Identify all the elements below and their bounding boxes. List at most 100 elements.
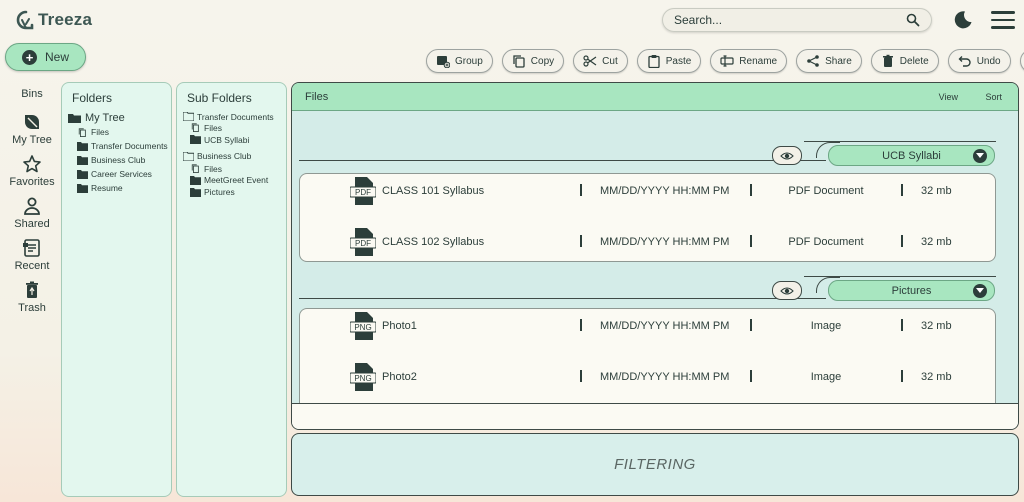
chevron-down-icon: [973, 149, 987, 163]
file-date: MM/DD/YYYY HH:MM PM: [600, 320, 730, 332]
column-separator: [580, 319, 582, 331]
plus-icon: +: [21, 49, 37, 65]
subfolder-item-ucb-syllabi[interactable]: UCB Syllabi: [190, 133, 286, 146]
file-size: 32 mb: [921, 185, 952, 197]
new-button-label: New: [44, 50, 69, 64]
new-button[interactable]: + New: [5, 43, 86, 71]
file-list-ucb-syllabi: PDF CLASS 101 Syllabus MM/DD/YYYY HH:MM …: [299, 173, 996, 262]
filtering-panel[interactable]: FILTERING: [291, 433, 1019, 496]
nav-recent[interactable]: Recent: [6, 238, 58, 272]
column-separator: [750, 184, 752, 196]
group-divider: [299, 160, 826, 161]
paste-label: Paste: [665, 55, 692, 67]
subfolders-title: Sub Folders: [187, 91, 252, 105]
delete-label: Delete: [899, 55, 929, 67]
trash-icon: [882, 54, 893, 67]
nav-label: Trash: [18, 302, 46, 314]
files-header: Files View Sort: [292, 83, 1018, 111]
bins-nav: Bins My Tree Favorites Shared Recent Tra…: [6, 88, 58, 322]
folder-my-tree[interactable]: My Tree: [68, 111, 171, 125]
folder-item-career-services[interactable]: Career Services: [77, 167, 171, 181]
subfolder-transfer-documents[interactable]: Transfer Documents: [183, 111, 286, 122]
folder-icon: [190, 187, 201, 197]
group-button[interactable]: Group: [426, 49, 493, 73]
subfolder-item-meetgreet-event[interactable]: MeetGreet Event: [190, 174, 286, 186]
file-row[interactable]: PNG Photo2 MM/DD/YYYY HH:MM PM Image 32 …: [300, 362, 995, 392]
more-dropdown-button[interactable]: [1019, 49, 1024, 73]
copy-button[interactable]: Copy: [501, 49, 565, 73]
folder-item-business-club[interactable]: Business Club: [77, 153, 171, 167]
group-visibility-toggle[interactable]: [772, 281, 802, 300]
file-row[interactable]: PDF CLASS 101 Syllabus MM/DD/YYYY HH:MM …: [300, 176, 995, 206]
folders-title: Folders: [72, 91, 113, 105]
share-label: Share: [825, 55, 852, 67]
rename-label: Rename: [739, 55, 778, 67]
column-separator: [580, 184, 582, 196]
file-size: 32 mb: [921, 371, 952, 383]
sort-button[interactable]: Sort: [985, 92, 1002, 102]
column-separator: [750, 319, 752, 331]
column-separator: [580, 370, 582, 382]
app-logo[interactable]: Treeza: [16, 9, 92, 31]
nav-label: Recent: [14, 260, 50, 272]
svg-text:PDF: PDF: [355, 239, 371, 248]
subfolder-business-club[interactable]: Business Club: [183, 149, 286, 163]
folder-item-transfer-documents[interactable]: Transfer Documents: [77, 139, 171, 153]
file-row[interactable]: PDF CLASS 102 Syllabus MM/DD/YYYY HH:MM …: [300, 227, 995, 257]
hamburger-menu-icon[interactable]: [991, 11, 1015, 29]
star-icon: [23, 155, 41, 173]
folder-item-files[interactable]: Files: [77, 125, 171, 139]
file-size: 32 mb: [921, 320, 952, 332]
group-select-pictures[interactable]: Pictures: [828, 280, 995, 301]
search-bar[interactable]: [662, 8, 932, 32]
view-button[interactable]: View: [939, 92, 958, 102]
folder-open-icon: [183, 151, 194, 161]
delete-button[interactable]: Delete: [870, 49, 939, 73]
undo-button[interactable]: Undo: [947, 49, 1011, 73]
share-button[interactable]: Share: [796, 49, 862, 73]
search-icon[interactable]: [906, 13, 920, 27]
undo-label: Undo: [976, 55, 1001, 67]
filtering-label: FILTERING: [614, 456, 696, 473]
column-separator: [901, 319, 903, 331]
subfolder-item-files[interactable]: Files: [190, 163, 286, 174]
clipboard-icon: [648, 55, 660, 68]
png-file-icon: PNG: [350, 312, 376, 340]
file-row[interactable]: PNG Photo1 MM/DD/YYYY HH:MM PM Image 32 …: [300, 311, 995, 341]
group-select-label: Pictures: [891, 284, 932, 297]
subfolder-item-pictures[interactable]: Pictures: [190, 186, 286, 198]
nav-shared[interactable]: Shared: [6, 196, 58, 230]
folder-icon: [190, 135, 201, 144]
rename-button[interactable]: Rename: [710, 49, 788, 73]
folder-icon: [77, 169, 88, 179]
undo-icon: [958, 56, 971, 67]
group-divider: [299, 298, 826, 299]
nav-trash[interactable]: Trash: [6, 280, 58, 314]
dark-mode-icon[interactable]: [953, 10, 973, 30]
nav-my-tree[interactable]: My Tree: [6, 112, 58, 146]
png-file-icon: PNG: [350, 363, 376, 391]
app-name: Treeza: [38, 10, 93, 29]
nav-favorites[interactable]: Favorites: [6, 154, 58, 188]
folder-icon: [190, 175, 201, 185]
file-type: PDF Document: [788, 185, 864, 197]
files-footer: [292, 403, 1018, 429]
copy-icon: [513, 55, 525, 68]
copy-label: Copy: [530, 55, 555, 67]
group-visibility-toggle[interactable]: [772, 146, 802, 165]
search-input[interactable]: [674, 13, 906, 27]
column-separator: [901, 370, 903, 382]
paste-button[interactable]: Paste: [636, 49, 702, 73]
folder-item-resume[interactable]: Resume: [77, 181, 171, 195]
file-size: 32 mb: [921, 236, 952, 248]
folder-icon: [77, 155, 88, 165]
subfolder-item-files[interactable]: Files: [190, 122, 286, 133]
file-date: MM/DD/YYYY HH:MM PM: [600, 371, 730, 383]
column-separator: [750, 370, 752, 382]
group-icon: [437, 56, 450, 68]
folder-icon: [77, 183, 88, 193]
cut-label: Cut: [602, 55, 618, 67]
group-select-ucb-syllabi[interactable]: UCB Syllabi: [828, 145, 995, 166]
cut-button[interactable]: Cut: [573, 49, 628, 73]
file-name: CLASS 101 Syllabus: [382, 185, 485, 197]
